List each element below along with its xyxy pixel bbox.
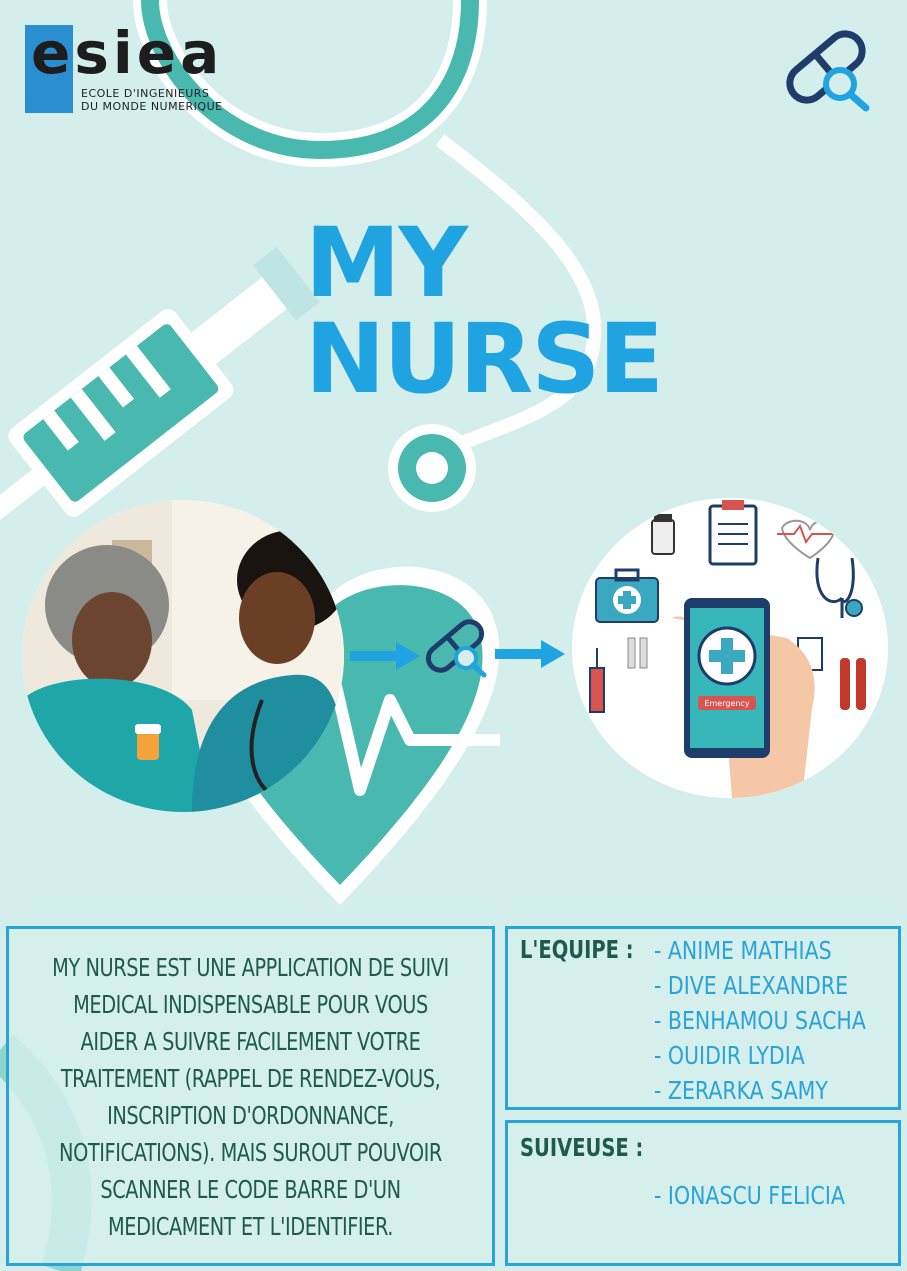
nurse-patient-illustration xyxy=(22,500,344,812)
team-member: - ZERARKA SAMY xyxy=(654,1076,828,1105)
logo-subtitle: ECOLE D'INGENIEURS DU MONDE NUMERIQUE xyxy=(81,87,223,113)
app-title: MY NURSE xyxy=(305,207,664,415)
team-box: L'EQUIPE : - ANIME MATHIAS - DIVE ALEXAN… xyxy=(505,926,901,1110)
app-pill-search-icon-small xyxy=(425,619,487,678)
team-member: - OUIDIR LYDIA xyxy=(654,1041,805,1070)
description-box: MY NURSE EST UNE APPLICATION DE SUIVI ME… xyxy=(6,926,495,1266)
emergency-label: Emergency xyxy=(704,699,749,708)
nurse-patient-photo xyxy=(22,500,344,812)
team-member: - ANIME MATHIAS xyxy=(654,936,832,965)
logo-subtitle-line2: DU MONDE NUMERIQUE xyxy=(81,100,223,113)
team-member: - BENHAMOU SACHA xyxy=(654,1006,866,1035)
supervisor-box: SUIVEUSE : - IONASCU FELICIA xyxy=(505,1120,901,1266)
team-member: - DIVE ALEXANDRE xyxy=(654,971,849,1000)
medical-app-illustration: Emergency xyxy=(572,498,888,798)
logo-subtitle-line1: ECOLE D'INGENIEURS xyxy=(81,87,210,100)
arrow-right-icon xyxy=(350,642,420,670)
app-pill-search-icon xyxy=(786,30,870,112)
team-members-list: - ANIME MATHIAS - DIVE ALEXANDRE - BENHA… xyxy=(654,933,907,1108)
phone-medical-icons: Emergency xyxy=(572,498,888,798)
team-label: L'EQUIPE : xyxy=(520,935,634,964)
esiea-logo: esiea ECOLE D'INGENIEURS DU MONDE NUMERI… xyxy=(25,19,250,120)
app-title-line1: MY xyxy=(305,207,468,319)
logo-wordmark: esiea xyxy=(31,19,224,87)
app-description: MY NURSE EST UNE APPLICATION DE SUIVI ME… xyxy=(52,953,449,1241)
supervisor-label: SUIVEUSE : xyxy=(520,1133,644,1162)
supervisor-name: - IONASCU FELICIA xyxy=(654,1181,845,1210)
arrow-right-icon-2 xyxy=(495,640,565,668)
app-title-line2: NURSE xyxy=(305,303,664,415)
